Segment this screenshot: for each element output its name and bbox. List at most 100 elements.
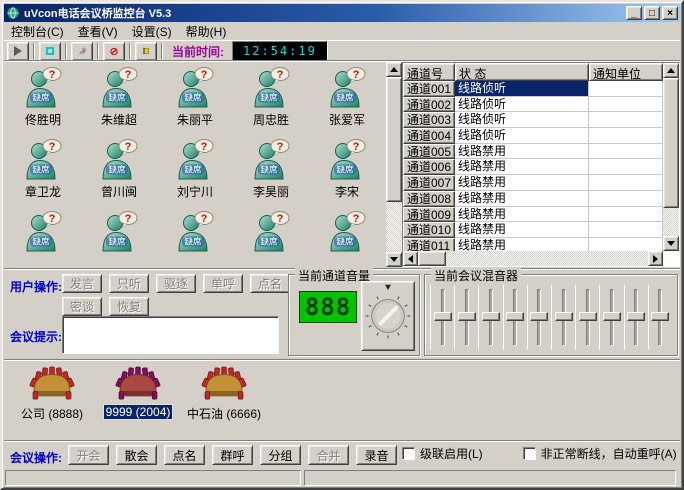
mixer-slider[interactable]	[503, 285, 527, 350]
settings-button[interactable]	[71, 42, 93, 61]
conf-op-button[interactable]: 群呼	[212, 445, 253, 465]
scroll-down-button[interactable]	[386, 252, 402, 267]
stop-button[interactable]	[39, 42, 61, 61]
channel-id-cell[interactable]: 通道008	[403, 191, 455, 207]
channel-id-cell[interactable]: 通道007	[403, 175, 455, 191]
user-tile[interactable]: ? 缺席 李宋	[309, 138, 385, 210]
user-tile[interactable]: ? 缺席	[5, 210, 81, 267]
user-tile[interactable]: ? 缺席	[233, 210, 309, 267]
channel-row[interactable]: 通道004 线路侦听	[403, 128, 663, 144]
slider-thumb[interactable]	[482, 312, 500, 321]
mixer-slider[interactable]	[478, 285, 502, 350]
conf-op-button[interactable]: 录音	[356, 445, 397, 465]
user-tile[interactable]: ? 缺席	[157, 210, 233, 267]
option-checkbox-row[interactable]: 级联启用(L)	[402, 445, 483, 462]
user-tile[interactable]: ? 缺席 曾川闽	[81, 138, 157, 210]
checkbox-icon[interactable]	[402, 447, 415, 460]
slider-thumb[interactable]	[603, 312, 621, 321]
channel-id-cell[interactable]: 通道009	[403, 207, 455, 223]
conf-op-button[interactable]: 点名	[164, 445, 205, 465]
scroll-up-button[interactable]	[386, 62, 402, 77]
channel-row[interactable]: 通道011 线路禁用	[403, 238, 663, 251]
scroll-up-button[interactable]	[663, 63, 679, 78]
user-tile[interactable]: ? 缺席 章卫龙	[5, 138, 81, 210]
prompt-input[interactable]	[62, 316, 279, 354]
channel-id-cell[interactable]: 通道010	[403, 222, 455, 238]
channel-id-cell[interactable]: 通道002	[403, 97, 455, 113]
mixer-slider[interactable]	[430, 285, 454, 350]
user-tile[interactable]: ? 缺席 李昊丽	[233, 138, 309, 210]
channel-table-hscrollbar[interactable]	[403, 251, 663, 266]
mixer-slider[interactable]	[624, 285, 648, 350]
user-op-button[interactable]: 恢复	[109, 297, 149, 316]
conference-tile[interactable]: 中石油 (6666)	[183, 366, 265, 422]
scroll-down-button[interactable]	[663, 236, 679, 251]
slider-thumb[interactable]	[627, 312, 645, 321]
mixer-slider[interactable]	[454, 285, 478, 350]
channel-row[interactable]: 通道007 线路禁用	[403, 175, 663, 191]
user-op-button[interactable]: 驱逐	[156, 274, 196, 293]
minimize-button[interactable]: _	[626, 6, 642, 20]
mixer-slider[interactable]	[527, 285, 551, 350]
column-header-unit[interactable]: 通知单位	[589, 63, 663, 81]
channel-row[interactable]: 通道002 线路侦听	[403, 97, 663, 113]
channel-row[interactable]: 通道006 线路禁用	[403, 159, 663, 175]
menu-item[interactable]: 设置(S)	[125, 22, 179, 41]
slider-thumb[interactable]	[651, 312, 669, 321]
slider-thumb[interactable]	[458, 312, 476, 321]
conf-op-button[interactable]: 合并	[308, 445, 349, 465]
slider-thumb[interactable]	[555, 312, 573, 321]
column-header-status[interactable]: 状 态	[455, 63, 589, 81]
user-op-button[interactable]: 点名	[250, 274, 290, 293]
channel-id-cell[interactable]: 通道003	[403, 112, 455, 128]
mixer-slider[interactable]	[551, 285, 575, 350]
mixer-slider[interactable]	[575, 285, 599, 350]
channel-row[interactable]: 通道008 线路禁用	[403, 191, 663, 207]
channel-row[interactable]: 通道005 线路禁用	[403, 144, 663, 160]
channel-id-cell[interactable]: 通道011	[403, 238, 455, 251]
checkbox-icon[interactable]	[523, 447, 536, 460]
user-tile[interactable]: ? 缺席 佟胜明	[5, 66, 81, 138]
menu-item[interactable]: 帮助(H)	[179, 22, 234, 41]
slider-thumb[interactable]	[530, 312, 548, 321]
exit-button[interactable]	[135, 42, 157, 61]
channel-id-cell[interactable]: 通道001	[403, 81, 455, 97]
scrollbar-thumb[interactable]	[386, 77, 402, 202]
column-header-channel[interactable]: 通道号	[403, 63, 455, 81]
user-tile[interactable]: ? 缺席	[81, 210, 157, 267]
user-tile[interactable]: ? 缺席 刘宁川	[157, 138, 233, 210]
user-op-button[interactable]: 密谈	[62, 297, 102, 316]
titlebar[interactable]: uVcon电话会议桥监控台 V5.3 _ □ ×	[4, 4, 680, 22]
channel-row[interactable]: 通道010 线路禁用	[403, 222, 663, 238]
start-button[interactable]	[7, 42, 29, 61]
mixer-slider[interactable]	[648, 285, 672, 350]
channel-row[interactable]: 通道003 线路侦听	[403, 112, 663, 128]
channel-table-vscrollbar[interactable]	[663, 63, 679, 251]
conf-op-button[interactable]: 散会	[116, 445, 157, 465]
slider-thumb[interactable]	[434, 312, 452, 321]
user-tile[interactable]: ? 缺席 张爱军	[309, 66, 385, 138]
user-tile[interactable]: ? 缺席 周忠胜	[233, 66, 309, 138]
scrollbar-thumb[interactable]	[663, 78, 679, 208]
participants-scrollbar[interactable]	[386, 62, 402, 267]
user-tile[interactable]: ? 缺席 朱丽平	[157, 66, 233, 138]
user-tile[interactable]: ? 缺席	[309, 210, 385, 267]
scrollbar-thumb[interactable]	[418, 251, 446, 266]
slider-thumb[interactable]	[579, 312, 597, 321]
scroll-right-button[interactable]	[648, 251, 663, 266]
menu-item[interactable]: 查看(V)	[71, 22, 125, 41]
user-op-button[interactable]: 只听	[109, 274, 149, 293]
channel-id-cell[interactable]: 通道004	[403, 128, 455, 144]
conf-op-button[interactable]: 开会	[68, 445, 109, 465]
channel-id-cell[interactable]: 通道005	[403, 144, 455, 160]
conf-op-button[interactable]: 分组	[260, 445, 301, 465]
channel-row[interactable]: 通道009 线路禁用	[403, 207, 663, 223]
user-op-button[interactable]: 单呼	[203, 274, 243, 293]
conference-tile[interactable]: 公司 (8888)	[11, 366, 93, 422]
volume-knob[interactable]	[362, 283, 414, 349]
channel-id-cell[interactable]: 通道006	[403, 159, 455, 175]
close-button[interactable]: ×	[662, 6, 678, 20]
user-tile[interactable]: ? 缺席 朱维超	[81, 66, 157, 138]
user-op-button[interactable]: 发言	[62, 274, 102, 293]
menu-item[interactable]: 控制台(C)	[4, 22, 71, 41]
